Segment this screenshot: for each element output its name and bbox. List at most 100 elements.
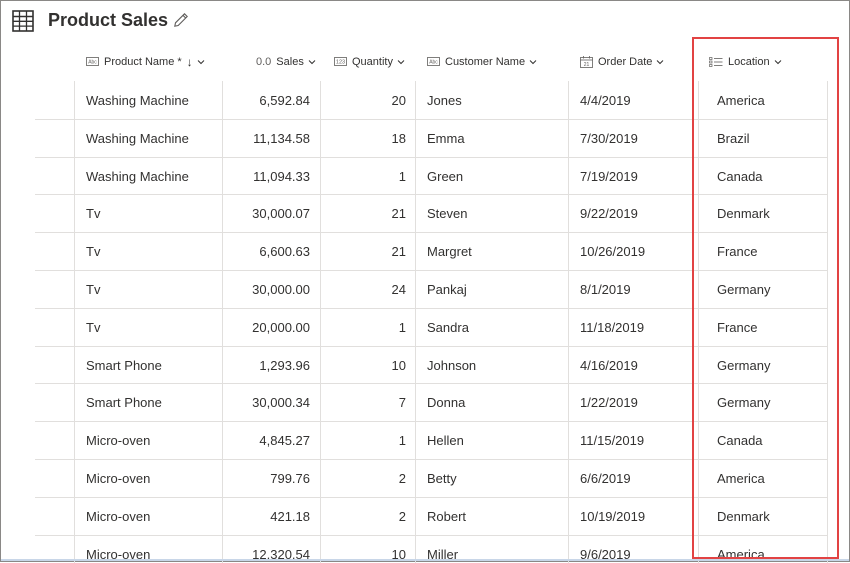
cell-location[interactable]: Brazil: [717, 119, 827, 157]
cell-quantity[interactable]: 10: [321, 346, 406, 384]
cell-product[interactable]: Tv: [86, 308, 221, 346]
column-label: Sales: [276, 55, 304, 68]
cell-location[interactable]: Canada: [717, 421, 827, 459]
cell-sales[interactable]: 6,592.84: [223, 81, 310, 119]
data-grid: Washing Machine 6,592.84 20 Jones 4/4/2019 Am…: [1, 81, 849, 563]
cell-customer[interactable]: Betty: [427, 459, 567, 497]
cell-customer[interactable]: Steven: [427, 194, 567, 232]
cell-date[interactable]: 4/4/2019: [580, 81, 697, 119]
number-type-icon: 123: [334, 57, 347, 66]
text-type-icon: Abc: [86, 57, 99, 66]
cell-quantity[interactable]: 2: [321, 497, 406, 535]
cell-quantity[interactable]: 2: [321, 459, 406, 497]
cell-quantity[interactable]: 24: [321, 270, 406, 308]
choice-list-icon: [709, 56, 723, 67]
cell-sales[interactable]: 11,094.33: [223, 157, 310, 195]
cell-product[interactable]: Smart Phone: [86, 346, 221, 384]
cell-location[interactable]: Denmark: [717, 497, 827, 535]
cell-product[interactable]: Micro-oven: [86, 497, 221, 535]
cell-sales[interactable]: 6,600.63: [223, 232, 310, 270]
cell-product[interactable]: Washing Machine: [86, 157, 221, 195]
cell-quantity[interactable]: 1: [321, 157, 406, 195]
cell-date[interactable]: 4/16/2019: [580, 346, 697, 384]
cell-quantity[interactable]: 1: [321, 421, 406, 459]
cell-product[interactable]: Micro-oven: [86, 421, 221, 459]
column-header-quantity[interactable]: 123 Quantity: [334, 42, 405, 81]
column-header-customer-name[interactable]: Abc Customer Name: [427, 42, 537, 81]
cell-date[interactable]: 7/19/2019: [580, 157, 697, 195]
cell-customer[interactable]: Jones: [427, 81, 567, 119]
cell-date[interactable]: 9/22/2019: [580, 194, 697, 232]
cell-date[interactable]: 7/30/2019: [580, 119, 697, 157]
column-header-sales[interactable]: 0.0 Sales: [256, 42, 316, 81]
column-label: Customer Name: [445, 55, 526, 68]
cell-product[interactable]: Washing Machine: [86, 81, 221, 119]
cell-customer[interactable]: Sandra: [427, 308, 567, 346]
cell-location[interactable]: America: [717, 81, 827, 119]
column-label: Product Name: [104, 55, 175, 68]
chevron-down-icon: [529, 59, 537, 64]
cell-customer[interactable]: Johnson: [427, 346, 567, 384]
column-label: Location: [728, 55, 770, 68]
cell-location[interactable]: France: [717, 232, 827, 270]
cell-product[interactable]: Tv: [86, 194, 221, 232]
cell-date[interactable]: 10/19/2019: [580, 497, 697, 535]
column-header-order-date[interactable]: 21 Order Date: [580, 42, 664, 81]
cell-customer[interactable]: Robert: [427, 497, 567, 535]
cell-quantity[interactable]: 1: [321, 308, 406, 346]
cell-product[interactable]: Washing Machine: [86, 119, 221, 157]
cell-quantity[interactable]: 20: [321, 81, 406, 119]
cell-customer[interactable]: Donna: [427, 383, 567, 421]
cell-date[interactable]: 10/26/2019: [580, 232, 697, 270]
chevron-down-icon: [774, 59, 781, 64]
cell-location[interactable]: France: [717, 308, 827, 346]
svg-text:Abc: Abc: [429, 60, 438, 66]
cell-product[interactable]: Micro-oven: [86, 459, 221, 497]
cell-sales[interactable]: 30,000.07: [223, 194, 310, 232]
calendar-icon: 21: [580, 55, 593, 68]
chevron-down-icon: [397, 59, 405, 64]
cell-sales[interactable]: 421.18: [223, 497, 310, 535]
column-divider: [74, 81, 75, 563]
cell-location[interactable]: Germany: [717, 383, 827, 421]
edit-pencil-icon[interactable]: [173, 12, 189, 28]
cell-customer[interactable]: Emma: [427, 119, 567, 157]
column-divider: [827, 81, 828, 563]
cell-sales[interactable]: 4,845.27: [223, 421, 310, 459]
cell-location[interactable]: Germany: [717, 346, 827, 384]
cell-sales[interactable]: 30,000.34: [223, 383, 310, 421]
cell-customer[interactable]: Green: [427, 157, 567, 195]
column-divider: [698, 81, 699, 563]
cell-location[interactable]: Canada: [717, 157, 827, 195]
cell-sales[interactable]: 799.76: [223, 459, 310, 497]
cell-customer[interactable]: Pankaj: [427, 270, 567, 308]
cell-product[interactable]: Smart Phone: [86, 383, 221, 421]
text-type-icon: Abc: [427, 57, 440, 66]
cell-location[interactable]: Denmark: [717, 194, 827, 232]
cell-location[interactable]: America: [717, 459, 827, 497]
cell-date[interactable]: 6/6/2019: [580, 459, 697, 497]
cell-customer[interactable]: Hellen: [427, 421, 567, 459]
cell-product[interactable]: Tv: [86, 270, 221, 308]
column-header-location[interactable]: Location: [709, 42, 782, 81]
cell-location[interactable]: Germany: [717, 270, 827, 308]
cell-quantity[interactable]: 18: [321, 119, 406, 157]
cell-sales[interactable]: 11,134.58: [223, 119, 310, 157]
cell-quantity[interactable]: 21: [321, 194, 406, 232]
page-title: Product Sales: [48, 10, 169, 30]
cell-date[interactable]: 11/15/2019: [580, 421, 697, 459]
cell-date[interactable]: 8/1/2019: [580, 270, 697, 308]
cell-sales[interactable]: 20,000.00: [223, 308, 310, 346]
cell-quantity[interactable]: 7: [321, 383, 406, 421]
required-marker: *: [177, 55, 182, 68]
cell-customer[interactable]: Margret: [427, 232, 567, 270]
cell-product[interactable]: Tv: [86, 232, 221, 270]
chevron-down-icon: [197, 59, 204, 64]
cell-quantity[interactable]: 21: [321, 232, 406, 270]
cell-sales[interactable]: 1,293.96: [223, 346, 310, 384]
column-header-product-name[interactable]: Abc Product Name * ↓: [86, 42, 205, 81]
column-divider: [568, 81, 569, 563]
cell-sales[interactable]: 30,000.00: [223, 270, 310, 308]
cell-date[interactable]: 11/18/2019: [580, 308, 697, 346]
cell-date[interactable]: 1/22/2019: [580, 383, 697, 421]
